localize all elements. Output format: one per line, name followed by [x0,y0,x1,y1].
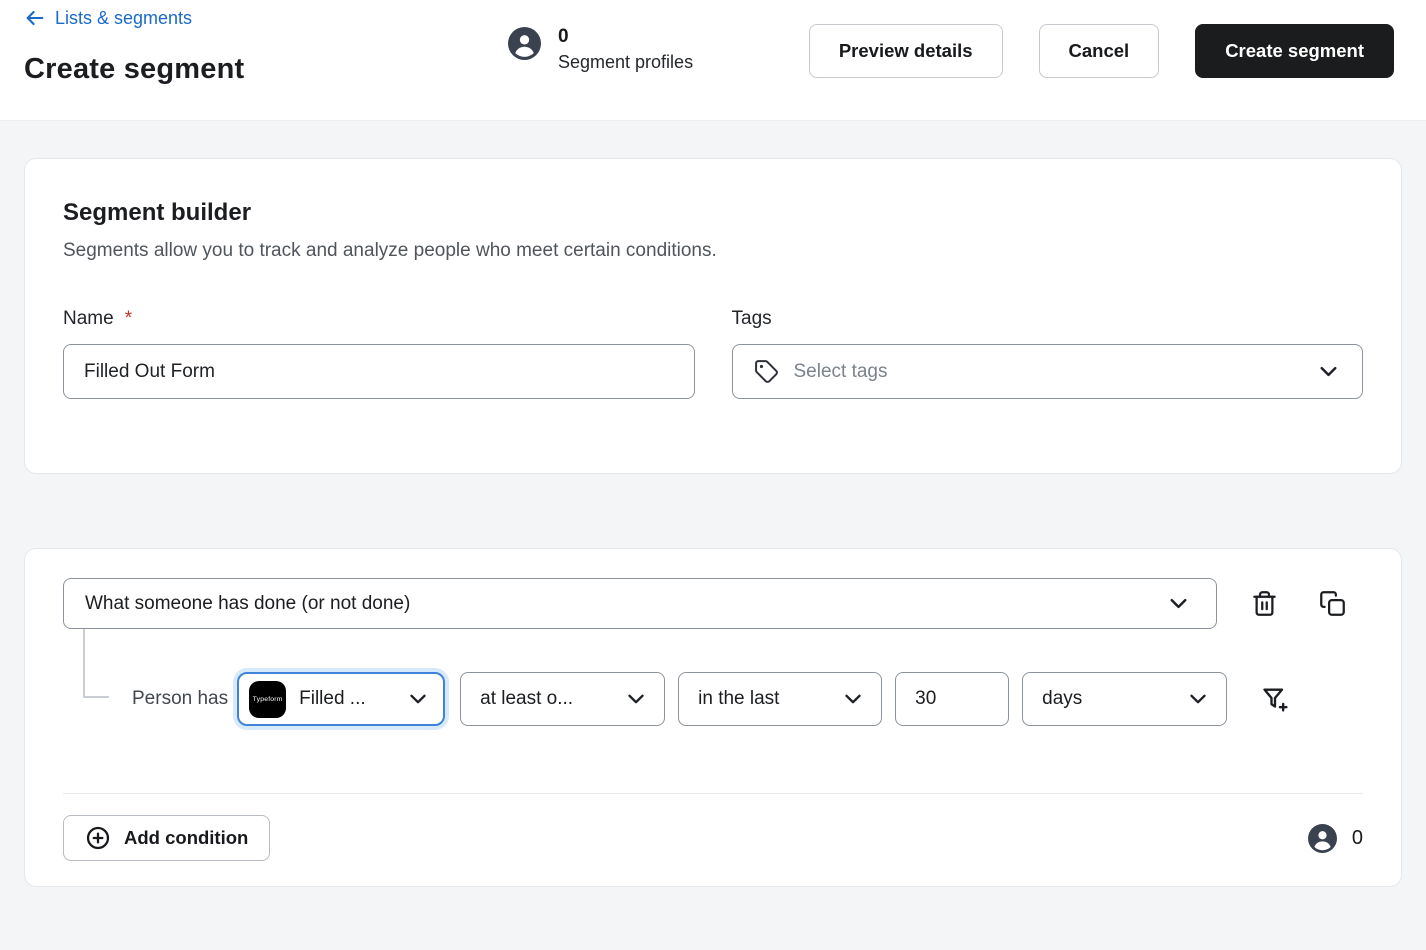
arrow-left-icon [24,7,46,29]
condition-connector-line [83,629,109,698]
tags-select[interactable]: Select tags [731,344,1363,399]
back-link[interactable]: Lists & segments [24,7,192,29]
page-title: Create segment [24,53,245,85]
condition-type-select[interactable]: What someone has done (or not done) [63,578,1217,629]
frequency-value: at least o... [480,688,574,709]
timeframe-value: in the last [698,688,780,709]
action-value: Filled ... [299,688,366,709]
add-condition-label: Add condition [124,827,249,848]
segment-builder-card: Segment builder Segments allow you to tr… [24,158,1402,474]
profile-count: 0 [558,26,569,47]
builder-form-row: Name * Tags Select tags [63,308,1363,399]
top-bar: Lists & segments Create segment 0 Segmen… [0,0,1426,121]
preview-details-button[interactable]: Preview details [808,24,1003,78]
timeframe-amount-input[interactable] [895,672,1010,726]
chevron-down-icon [1176,687,1210,711]
chevron-down-icon [1166,591,1191,616]
person-circle-icon [1307,823,1337,853]
name-field-group: Name * [63,308,695,399]
profile-count-label: Segment profiles [558,52,694,72]
card-divider [63,793,1363,794]
create-segment-button[interactable]: Create segment [1195,24,1394,78]
time-unit-select[interactable]: days [1022,672,1228,726]
required-asterisk: * [124,308,133,329]
condition-type-row: What someone has done (or not done) [63,578,1363,629]
chevron-down-icon [831,687,865,711]
add-filter-button[interactable] [1261,685,1289,713]
tags-field-group: Tags Select tags [731,308,1363,399]
name-label: Name [63,308,114,329]
chevron-down-icon [396,687,430,711]
action-select[interactable]: Typeform Filled ... [237,672,446,726]
delete-condition-button[interactable] [1251,590,1278,617]
tag-icon [754,359,779,384]
builder-title: Segment builder [63,199,252,226]
filter-plus-icon [1261,685,1289,713]
typeform-icon: Typeform [249,680,287,718]
condition-card: What someone has done (or not done) Pers… [24,548,1402,887]
tags-label: Tags [731,308,772,329]
cancel-button[interactable]: Cancel [1038,24,1160,78]
trash-icon [1251,590,1278,617]
time-unit-value: days [1042,688,1083,709]
condition-detail-row: Person has Typeform Filled ... at least … [132,672,1363,726]
segment-name-input[interactable] [63,344,695,399]
person-circle-icon [508,27,541,60]
chevron-down-icon [1316,359,1341,384]
add-condition-button[interactable]: Add condition [63,815,271,861]
timeframe-select[interactable]: in the last [678,672,883,726]
frequency-select[interactable]: at least o... [460,672,666,726]
segment-profiles-summary: 0 Segment profiles [508,27,693,71]
tags-placeholder: Select tags [793,360,888,382]
duplicate-condition-button[interactable] [1319,590,1346,617]
condition-type-value: What someone has done (or not done) [85,592,411,614]
copy-icon [1319,590,1346,617]
condition-profile-count: 0 [1307,823,1363,853]
chevron-down-icon [614,687,648,711]
person-has-label: Person has [132,688,229,709]
condition-footer: Add condition 0 [63,815,1363,861]
main-content: Segment builder Segments allow you to tr… [0,121,1426,887]
header-actions: Preview details Cancel Create segment [808,24,1394,78]
condition-count-value: 0 [1351,826,1363,849]
builder-description: Segments allow you to track and analyze … [63,240,717,261]
circle-plus-icon [85,825,111,851]
back-link-label: Lists & segments [55,7,193,28]
